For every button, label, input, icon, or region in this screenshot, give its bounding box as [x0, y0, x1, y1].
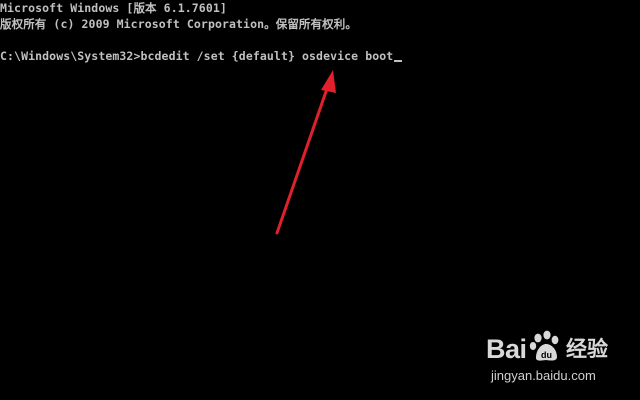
console-line-version: Microsoft Windows [版本 6.1.7601]	[0, 1, 227, 15]
svg-text:du: du	[541, 350, 552, 360]
text-cursor	[394, 60, 403, 62]
baidu-paw-icon: du	[529, 330, 559, 361]
watermark-jingyan-text: 经验	[566, 337, 608, 361]
console-line-copyright: 版权所有 (c) 2009 Microsoft Corporation。保留所有…	[0, 17, 357, 31]
console-command-line[interactable]: C:\Windows\System32>bcdedit /set {defaul…	[0, 49, 403, 63]
watermark-brand-text: Bai	[486, 334, 527, 364]
watermark-url: jingyan.baidu.com	[491, 368, 596, 383]
baidu-jingyan-watermark: Bai du 经验 jingyan.baidu.com	[478, 326, 628, 388]
command-text: C:\Windows\System32>bcdedit /set {defaul…	[0, 49, 394, 63]
